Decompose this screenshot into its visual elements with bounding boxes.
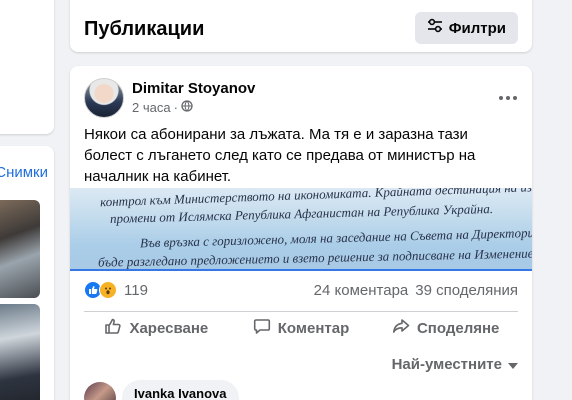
sliders-icon	[427, 18, 443, 38]
left-sidebar-card	[0, 0, 54, 134]
thumbs-up-icon	[104, 317, 122, 339]
share-button[interactable]: Споделяне	[373, 314, 518, 342]
filter-button-label: Филтри	[448, 19, 506, 37]
post-timestamp[interactable]: 2 часа	[132, 100, 171, 115]
post-author-name[interactable]: Dimitar Stoyanov	[132, 80, 255, 97]
shares-count[interactable]: 39 споделяния	[415, 282, 518, 299]
comment-button[interactable]: Коментар	[229, 314, 374, 342]
photos-card: Снимки	[0, 146, 54, 400]
commenter-avatar[interactable]	[84, 382, 116, 400]
meta-separator: ·	[173, 100, 178, 115]
comment-button-label: Коментар	[277, 319, 350, 337]
post-stats: 119 24 коментара 39 споделяния	[84, 278, 518, 302]
comment-author-name[interactable]: Ivanka Ivanova	[134, 386, 227, 400]
publications-header: Публикации Филтри	[70, 0, 532, 52]
speech-bubble-icon	[253, 317, 271, 339]
sort-label: Най-уместните	[391, 356, 502, 373]
post-meta: 2 часа ·	[132, 100, 193, 115]
like-button-label: Харесване	[129, 319, 209, 337]
like-button[interactable]: Харесване	[84, 314, 229, 342]
comments-count[interactable]: 24 коментара	[314, 282, 409, 299]
more-options-button[interactable]	[498, 86, 518, 104]
post-text: Някои са абонирани за лъжата. Ма тя е и …	[84, 126, 476, 185]
divider	[84, 311, 518, 312]
photo-thumbnail[interactable]	[0, 304, 40, 400]
image-focus-border	[70, 269, 532, 271]
photo-thumbnail[interactable]	[0, 200, 40, 298]
comment-sort-dropdown[interactable]: Най-уместните	[392, 356, 518, 373]
reactions-count[interactable]: 119	[124, 282, 148, 299]
more-horizontal-icon	[498, 85, 518, 105]
post-image[interactable]: контрол към Министерството на икономикат…	[70, 188, 532, 270]
post-card: Dimitar Stoyanov 2 часа · Някои са абони…	[70, 66, 532, 400]
share-button-label: Споделяне	[416, 319, 500, 337]
publications-title: Публикации	[84, 18, 205, 40]
comment-bubble: Ivanka Ivanova	[122, 380, 239, 400]
engagement-counts: 24 коментара 39 споделяния	[314, 282, 518, 299]
caret-down-icon	[508, 362, 518, 369]
globe-icon	[181, 100, 193, 115]
wow-reaction-icon[interactable]	[99, 281, 117, 299]
post-actions: Харесване Коментар Споделяне	[84, 314, 518, 342]
share-arrow-icon	[392, 317, 410, 339]
author-avatar[interactable]	[84, 78, 124, 118]
filter-button[interactable]: Филтри	[414, 12, 518, 44]
photos-link[interactable]: Снимки	[0, 164, 48, 181]
